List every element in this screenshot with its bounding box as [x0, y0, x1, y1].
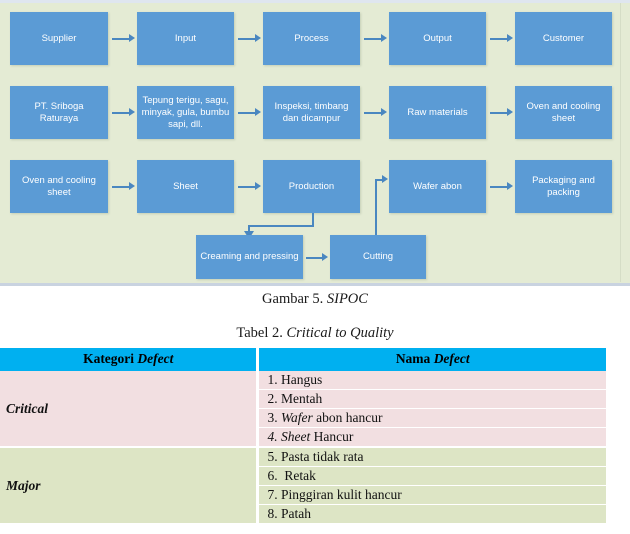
- defect-category-cell: Major: [0, 448, 257, 525]
- nama-label: Nama: [395, 351, 434, 366]
- table-caption-title: Critical to Quality: [286, 325, 394, 341]
- arrow-wafer-abon-to-packaging: [490, 182, 513, 191]
- defect-name-text: Hancur: [310, 429, 354, 444]
- defect-name-cell: 3. Wafer abon hancur: [256, 409, 606, 428]
- figure-right-divider: [620, 3, 621, 282]
- arrow-process-detail-to-output-detail: [364, 108, 387, 117]
- defect-name-cell: 1. Hangus: [256, 371, 606, 390]
- defect-name-cell: 4. Sheet Hancur: [256, 428, 606, 448]
- defect-name-text: Patah: [280, 506, 311, 521]
- table-caption-prefix: Tabel 2.: [236, 325, 287, 341]
- defect-number: 5.: [267, 449, 281, 464]
- sipoc-box-wafer-abon: Wafer abon: [389, 160, 486, 213]
- arrow-output-to-customer: [490, 34, 513, 43]
- sipoc-box-input: Input: [137, 12, 234, 65]
- defect-number: 4.: [267, 429, 281, 444]
- arrow-supplier-to-input: [112, 34, 135, 43]
- sipoc-box-cutting: Cutting: [330, 235, 426, 279]
- sipoc-box-supplier-detail: PT. Sriboga Raturaya: [10, 86, 108, 139]
- defect-name-text: Hangus: [280, 372, 323, 387]
- arrow-output-detail-to-customer-detail: [490, 108, 513, 117]
- sipoc-diagram: Supplier Input Process Output Customer P…: [0, 0, 630, 286]
- kategori-label: Kategori: [83, 351, 138, 366]
- figure-caption-prefix: Gambar 5.: [262, 291, 327, 307]
- sipoc-box-input-detail: Tepung terigu, sagu, minyak, gula, bumbu…: [137, 86, 234, 139]
- table-header-row: Kategori Defect Nama Defect: [0, 348, 606, 371]
- defect-name-italic-part: Wafer: [280, 410, 313, 425]
- arrow-sheet-to-production: [238, 182, 261, 191]
- sipoc-box-process-detail: Inspeksi, timbang dan dicampur: [263, 86, 360, 139]
- defect-name-text: abon hancur: [312, 410, 383, 425]
- defect-name-cell: 8. Patah: [256, 505, 606, 525]
- defect-name-text: Pinggiran kulit hancur: [280, 487, 402, 502]
- figure-caption-title: SIPOC: [326, 291, 368, 307]
- defect-name-cell: 6. Retak: [256, 467, 606, 486]
- defect-name-text: Retak: [284, 468, 316, 483]
- arrow-input-to-process: [238, 34, 261, 43]
- defect-name-cell: 7. Pinggiran kulit hancur: [256, 486, 606, 505]
- table-caption: Tabel 2. Critical to Quality: [0, 325, 630, 342]
- defect-number: 2.: [267, 391, 281, 406]
- sipoc-box-packaging-packing: Packaging and packing: [515, 160, 612, 213]
- defect-name-text: Pasta tidak rata: [280, 449, 364, 464]
- defect-name-text: Mentah: [280, 391, 323, 406]
- connector-production-across: [248, 225, 314, 227]
- arrow-oven-to-sheet: [112, 182, 135, 191]
- sipoc-box-oven-cooling-sheet: Oven and cooling sheet: [10, 160, 108, 213]
- sipoc-box-output: Output: [389, 12, 486, 65]
- arrow-creaming-to-cutting: [306, 253, 328, 262]
- arrow-supplier-detail-to-input-detail: [112, 108, 135, 117]
- sipoc-box-creaming-pressing: Creaming and pressing: [196, 235, 303, 279]
- sipoc-box-production: Production: [263, 160, 360, 213]
- kategori-label-italic: Defect: [137, 351, 174, 366]
- connector-cutting-arrowhead: [382, 175, 388, 183]
- sipoc-box-customer-detail: Oven and cooling sheet: [515, 86, 612, 139]
- table-row: Critical 1. Hangus: [0, 371, 606, 448]
- column-header-nama-defect: Nama Defect: [256, 348, 606, 371]
- sipoc-box-sheet: Sheet: [137, 160, 234, 213]
- figure-caption: Gambar 5. SIPOC: [0, 291, 630, 308]
- defect-number: 1.: [267, 372, 281, 387]
- sipoc-box-process: Process: [263, 12, 360, 65]
- defect-number: 7.: [267, 487, 281, 502]
- defect-category-cell: Critical: [0, 371, 257, 448]
- arrow-process-to-output: [364, 34, 387, 43]
- connector-cutting-rise: [375, 179, 377, 235]
- defect-name-cell: 2. Mentah: [256, 390, 606, 409]
- sipoc-box-supplier: Supplier: [10, 12, 108, 65]
- defect-number: 3.: [267, 410, 281, 425]
- critical-to-quality-table: Kategori Defect Nama Defect Critical 1. H…: [0, 348, 606, 525]
- arrow-input-detail-to-process-detail: [238, 108, 261, 117]
- nama-label-italic: Defect: [433, 351, 470, 366]
- table-row: Major 5. Pasta tidak rata: [0, 448, 606, 525]
- sipoc-box-output-detail: Raw materials: [389, 86, 486, 139]
- defect-number: 8.: [267, 506, 281, 521]
- defect-name-italic-part: Sheet: [280, 429, 311, 444]
- defect-number: 6.: [267, 468, 285, 483]
- column-header-kategori-defect: Kategori Defect: [0, 348, 257, 371]
- defect-name-cell: 5. Pasta tidak rata: [256, 448, 606, 467]
- sipoc-box-customer: Customer: [515, 12, 612, 65]
